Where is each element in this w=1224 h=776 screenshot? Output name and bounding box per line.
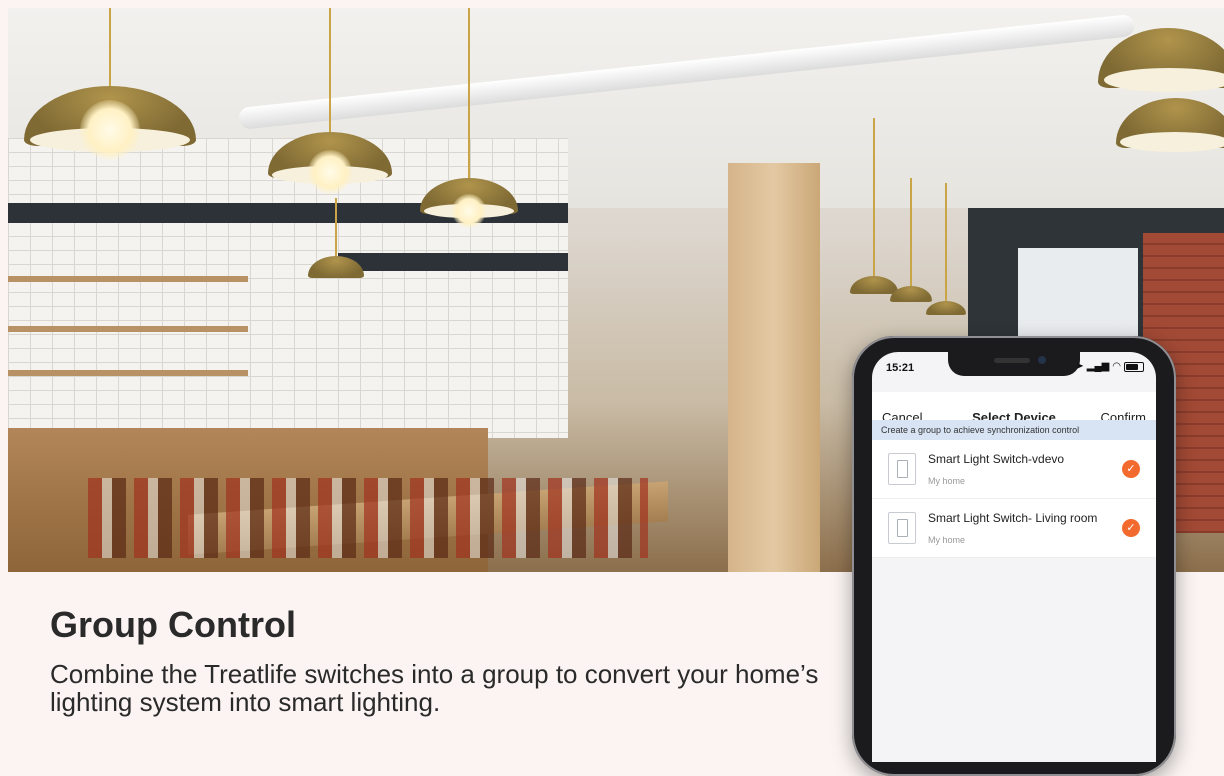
camera-icon — [1038, 356, 1046, 364]
wood-pillar — [728, 163, 820, 572]
device-location: My home — [928, 535, 966, 545]
light-switch-icon — [888, 512, 916, 544]
hint-banner: Create a group to achieve synchronizatio… — [872, 420, 1156, 440]
signal-icon: ▂▄▆ — [1086, 361, 1110, 372]
status-bar-icons: ➤ ▂▄▆ ◠ — [1075, 361, 1144, 372]
shelf — [8, 326, 248, 332]
list-item[interactable]: Smart Light Switch- Living room My home … — [872, 499, 1156, 558]
bottles — [88, 478, 648, 558]
location-arrow-icon: ➤ — [1075, 361, 1084, 372]
list-item[interactable]: Smart Light Switch-vdevo My home ✓ — [872, 440, 1156, 499]
page-description: Combine the Treatlife switches into a gr… — [50, 659, 819, 717]
wifi-icon: ◠ — [1112, 361, 1121, 372]
phone-notch — [948, 352, 1080, 376]
wall-stripe — [338, 253, 568, 271]
check-icon[interactable]: ✓ — [1122, 460, 1140, 478]
pendant-lamp-icon — [308, 198, 364, 288]
phone-mockup: 15:21 ➤ ▂▄▆ ◠ Select Device Cancel Confi… — [852, 336, 1176, 776]
pendant-lamp-icon — [926, 183, 966, 328]
pendant-lamp-icon — [1098, 8, 1224, 168]
check-icon[interactable]: ✓ — [1122, 519, 1140, 537]
phone-screen: 15:21 ➤ ▂▄▆ ◠ Select Device Cancel Confi… — [872, 352, 1156, 762]
device-name: Smart Light Switch- Living room — [928, 511, 1098, 525]
light-switch-icon — [888, 453, 916, 485]
device-list: Smart Light Switch-vdevo My home ✓ Smart… — [872, 440, 1156, 558]
pendant-lamp-icon — [24, 8, 196, 160]
shelf — [8, 370, 248, 376]
device-name: Smart Light Switch-vdevo — [928, 452, 1065, 466]
page-title: Group Control — [50, 604, 296, 645]
pendant-lamp-icon — [420, 8, 518, 228]
device-location: My home — [928, 476, 966, 486]
status-time: 15:21 — [886, 362, 915, 374]
battery-icon — [1124, 361, 1144, 372]
pendant-lamp-icon — [268, 8, 392, 194]
shelf — [8, 276, 248, 282]
